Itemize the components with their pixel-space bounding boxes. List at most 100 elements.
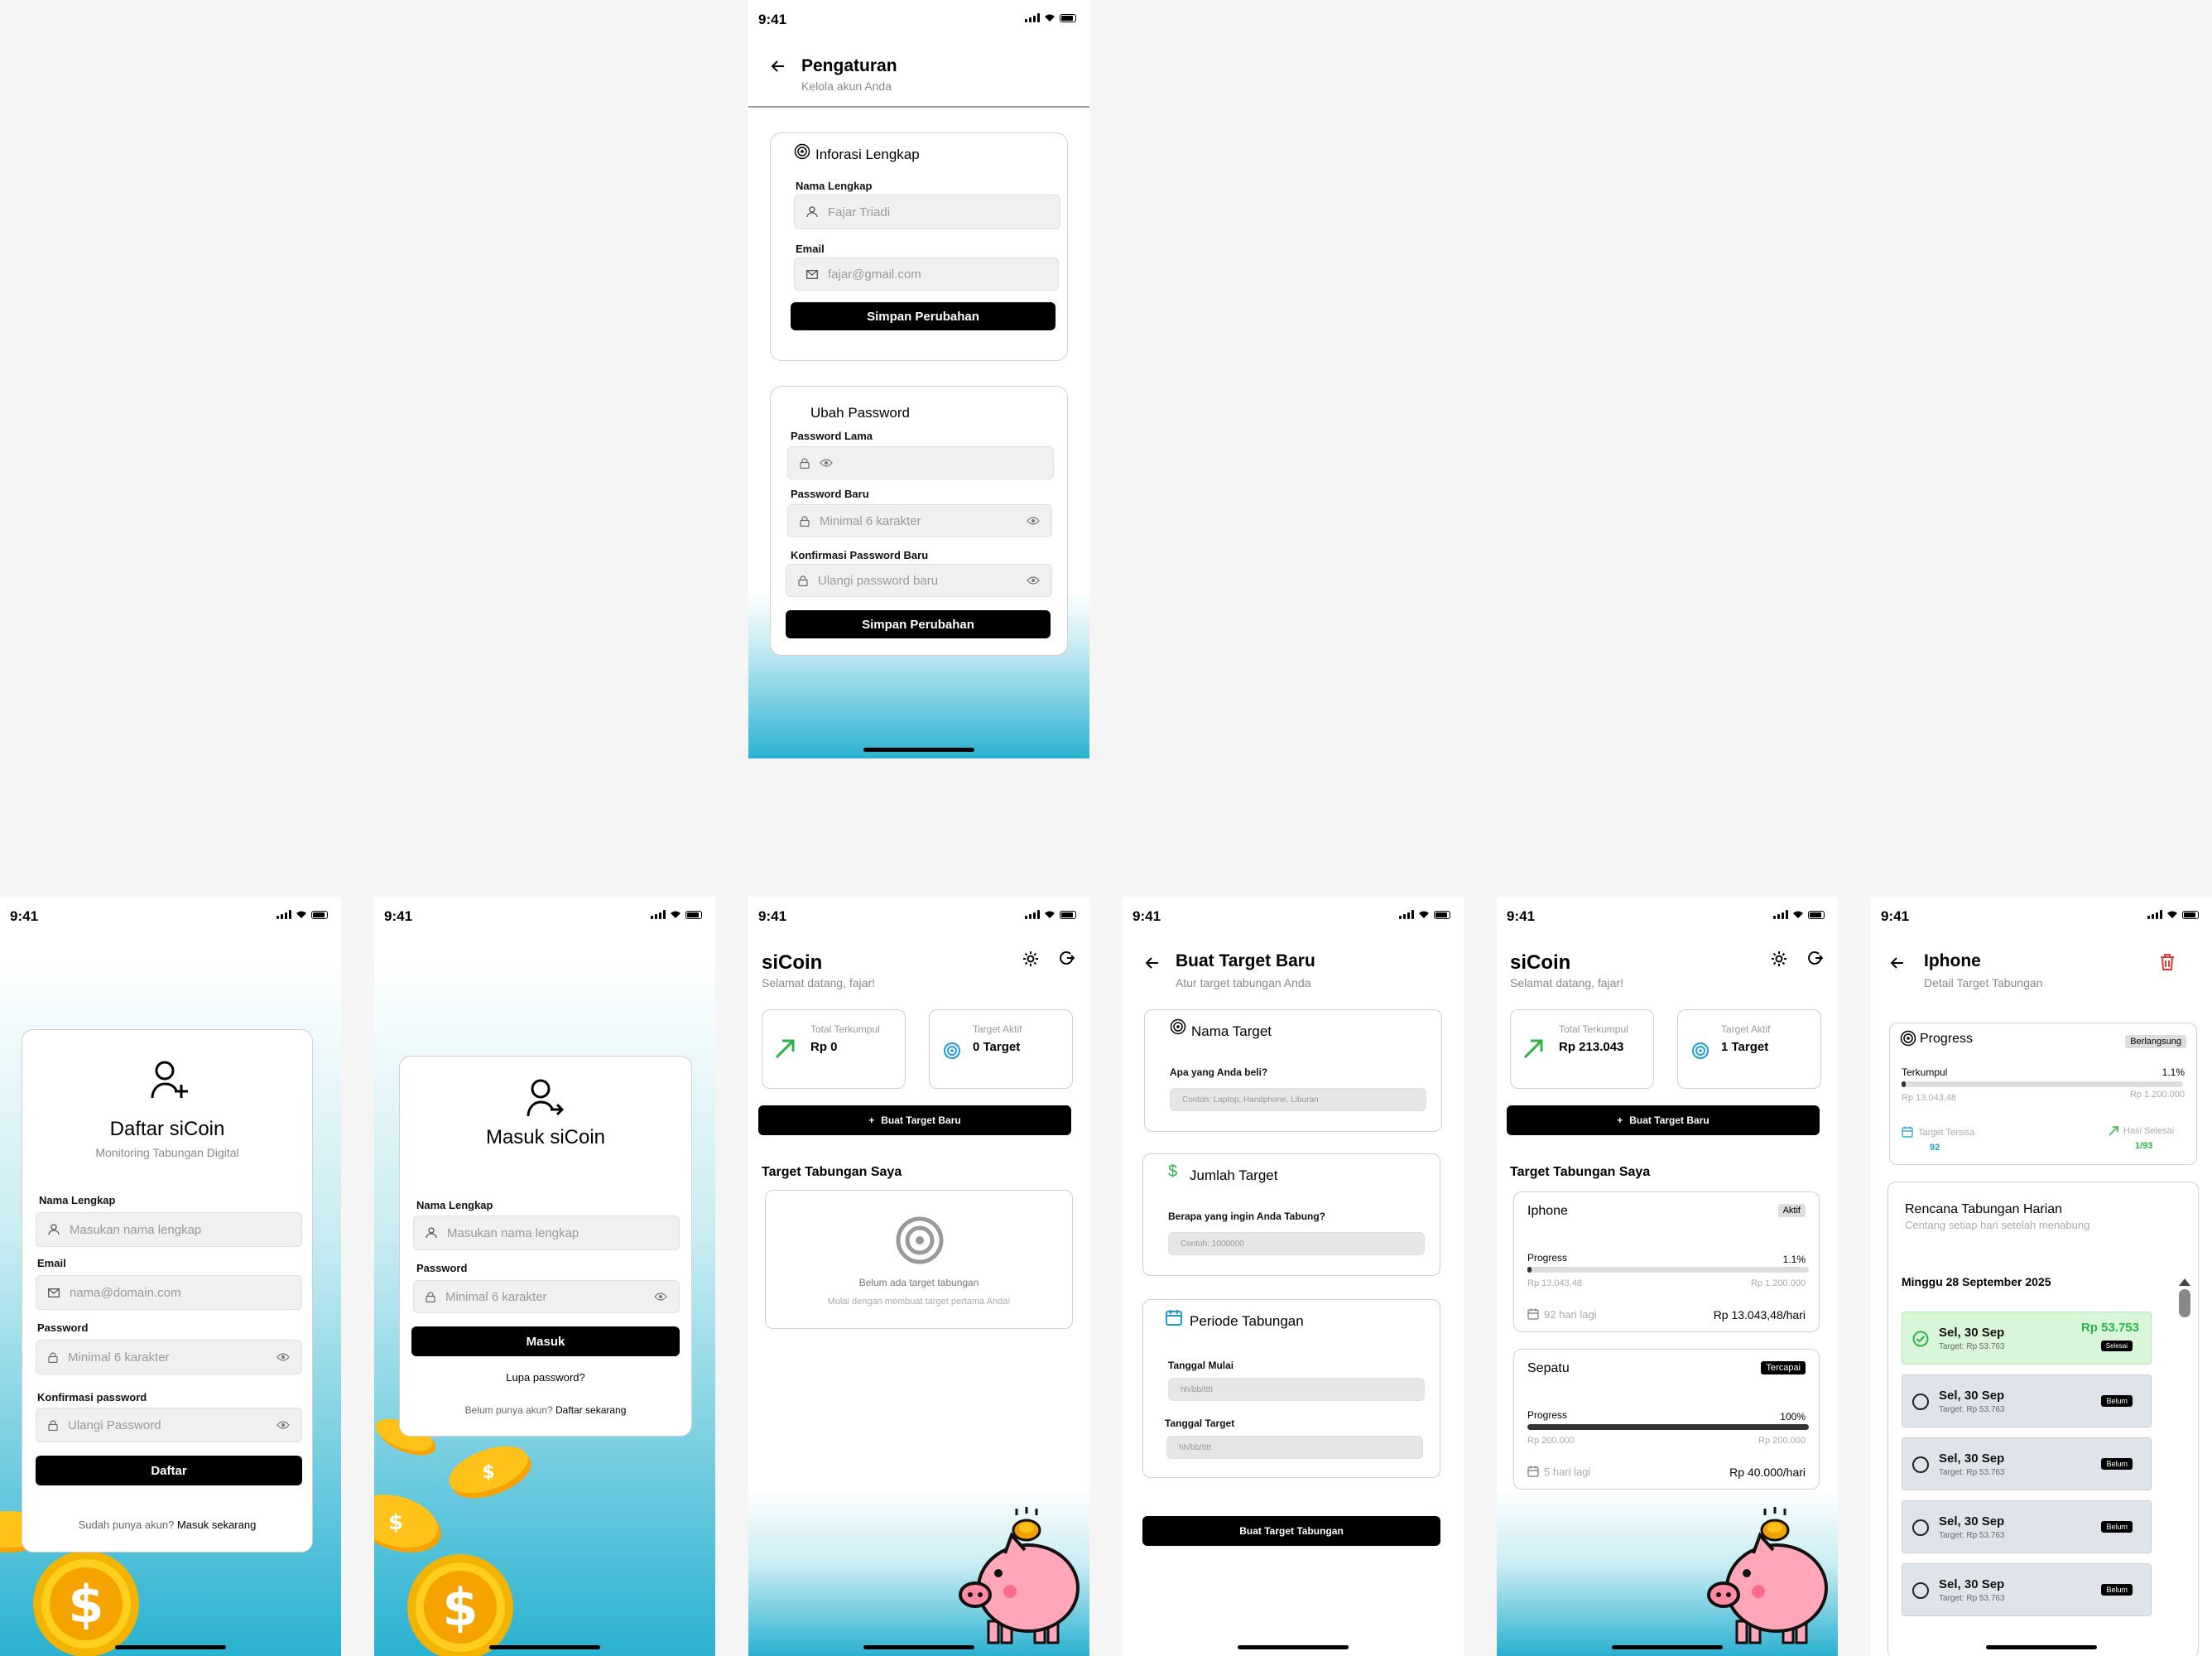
- trend-up-icon: [1523, 1039, 1543, 1059]
- done-value: 1/93: [2135, 1141, 2153, 1151]
- trash-icon[interactable]: [2159, 953, 2176, 971]
- total-label: Total Terkumpul: [810, 1023, 880, 1035]
- status-time: 9:41: [10, 908, 39, 924]
- create-target-button[interactable]: Buat Target Tabungan: [1142, 1516, 1440, 1546]
- page-title: Buat Target Baru: [1176, 951, 1315, 970]
- day-item[interactable]: Sel, 30 Sep Target: Rp 53.763 Belum: [1902, 1374, 2152, 1427]
- register-subtitle: Monitoring Tabungan Digital: [95, 1146, 239, 1159]
- password-card: Ubah Password Password Lama Password Bar…: [770, 386, 1068, 656]
- progress-percent: 1.1%: [2162, 1066, 2185, 1078]
- day-date: Sel, 30 Sep: [1939, 1514, 2005, 1528]
- name-field[interactable]: Masukan nama lengkap: [413, 1216, 680, 1250]
- eye-icon[interactable]: [1027, 576, 1040, 585]
- name-placeholder: Masukan nama lengkap: [447, 1225, 579, 1240]
- day-amount: Rp 53.753: [2080, 1321, 2139, 1335]
- eye-icon[interactable]: [276, 1421, 290, 1429]
- active-label: Target Aktif: [973, 1023, 1022, 1035]
- lock-icon: [798, 575, 808, 586]
- new-target-button[interactable]: + Buat Target Baru: [758, 1105, 1071, 1135]
- confirm-password-field[interactable]: Ulangi password baru: [786, 564, 1052, 597]
- day-date: Sel, 30 Sep: [1939, 1326, 2005, 1340]
- plan-title: Rencana Tabungan Harian: [1905, 1202, 2063, 1216]
- eye-icon[interactable]: [820, 459, 833, 467]
- login-prompt: Sudah punya akun? Masuk sekarang: [22, 1519, 312, 1531]
- password-field[interactable]: Minimal 6 karakter: [36, 1340, 302, 1374]
- register-button[interactable]: Daftar: [36, 1456, 302, 1485]
- progress-title: Progress: [1920, 1032, 1974, 1046]
- confirm-label: Konfirmasi password: [37, 1391, 147, 1403]
- new-target-screen: 9:41 Buat Target Baru Atur target tabung…: [1123, 897, 1464, 1656]
- eye-icon[interactable]: [276, 1353, 290, 1361]
- progress-bar: [1902, 1081, 2183, 1087]
- name-target-field[interactable]: Contoh: Laptop, Handphone, Liburan: [1170, 1088, 1426, 1111]
- eye-icon[interactable]: [1027, 517, 1040, 525]
- gear-icon[interactable]: [1022, 950, 1040, 968]
- svg-text:$: $: [482, 1462, 494, 1483]
- day-item-done[interactable]: Sel, 30 Sep Target: Rp 53.763 Rp 53.753 …: [1902, 1312, 2152, 1365]
- target-icon: [1170, 1018, 1186, 1035]
- name-field[interactable]: Masukan nama lengkap: [36, 1212, 302, 1247]
- scroll-up-arrow[interactable]: [2179, 1278, 2190, 1286]
- user-icon: [426, 1227, 437, 1239]
- save-password-button[interactable]: Simpan Perubahan: [786, 610, 1051, 638]
- register-link[interactable]: Daftar sekarang: [555, 1404, 626, 1416]
- email-field[interactable]: nama@domain.com: [36, 1275, 302, 1310]
- new-password-field[interactable]: Minimal 6 karakter: [787, 504, 1052, 537]
- checkbox-circle[interactable]: [1912, 1582, 1929, 1599]
- logout-icon[interactable]: [1806, 950, 1823, 966]
- scrollbar[interactable]: [2178, 1278, 2191, 1626]
- old-password-field[interactable]: [787, 446, 1054, 479]
- collected-value: Rp 13.043,48: [1527, 1278, 1583, 1288]
- target-card-sepatu[interactable]: Sepatu Tercapai Progress 100% Rp 200.000…: [1513, 1349, 1820, 1490]
- day-item[interactable]: Sel, 30 Sep Target: Rp 53.763 Belum: [1902, 1500, 2152, 1553]
- name-field[interactable]: Fajar Triadi: [794, 195, 1060, 229]
- gear-icon[interactable]: [1770, 950, 1788, 968]
- back-arrow-icon[interactable]: [1889, 955, 1906, 971]
- back-arrow-icon[interactable]: [1144, 955, 1161, 971]
- remaining-label: Target Tersisa: [1918, 1128, 1975, 1138]
- active-value: 0 Target: [973, 1040, 1021, 1054]
- svg-text:$: $: [388, 1510, 403, 1535]
- eye-icon[interactable]: [654, 1293, 667, 1301]
- target-card-iphone[interactable]: Iphone Aktif Progress 1.1% Rp 13.043,48 …: [1513, 1191, 1820, 1332]
- target-name: Iphone: [1527, 1204, 1568, 1218]
- page-subtitle: Detail Target Tabungan: [1924, 976, 2043, 989]
- check-circle-icon[interactable]: [1912, 1331, 1929, 1347]
- svg-text:$: $: [442, 1577, 478, 1638]
- collected-label: Terkumpul: [1902, 1066, 1948, 1078]
- day-item[interactable]: Sel, 30 Sep Target: Rp 53.763 Belum: [1902, 1437, 2152, 1490]
- page-subtitle: Kelola akun Anda: [801, 79, 892, 93]
- email-value: fajar@gmail.com: [828, 267, 921, 282]
- checkbox-circle[interactable]: [1912, 1456, 1929, 1473]
- info-title: Inforasi Lengkap: [815, 147, 920, 162]
- info-card: Inforasi Lengkap Nama Lengkap Fajar Tria…: [770, 132, 1068, 361]
- scroll-thumb[interactable]: [2179, 1289, 2190, 1317]
- logout-icon[interactable]: [1058, 950, 1075, 966]
- status-bar: 9:41: [374, 897, 715, 935]
- start-date-field[interactable]: hh/bb/tttt: [1168, 1378, 1425, 1401]
- end-date-field[interactable]: hh/bb/tttt: [1166, 1436, 1423, 1459]
- confirm-field[interactable]: Ulangi Password: [36, 1408, 302, 1442]
- password-field[interactable]: Minimal 6 karakter: [413, 1280, 680, 1313]
- svg-text:$: $: [68, 1574, 103, 1634]
- daily-amount: Rp 40.000/hari: [1729, 1466, 1806, 1479]
- active-label: Target Aktif: [1721, 1023, 1771, 1035]
- email-field[interactable]: fajar@gmail.com: [794, 258, 1059, 291]
- password-label: Password: [37, 1321, 89, 1334]
- daily-amount: Rp 13.043,48/hari: [1713, 1308, 1806, 1321]
- end-date-label: Tanggal Target: [1165, 1418, 1235, 1429]
- forgot-password-link[interactable]: Lupa password?: [400, 1371, 691, 1384]
- day-item[interactable]: Sel, 30 Sep Target: Rp 53.763 Belum: [1902, 1563, 2152, 1616]
- total-value: Rp 0: [810, 1040, 838, 1054]
- checkbox-circle[interactable]: [1912, 1394, 1929, 1410]
- amount-field[interactable]: Contoh: 1000000: [1168, 1232, 1425, 1255]
- name-target-title: Nama Target: [1191, 1023, 1272, 1039]
- period-title: Periode Tabungan: [1190, 1313, 1304, 1329]
- piggy-bank-image: [1707, 1507, 1828, 1644]
- login-button[interactable]: Masuk: [411, 1326, 680, 1356]
- back-arrow-icon[interactable]: [770, 58, 786, 75]
- save-button[interactable]: Simpan Perubahan: [791, 302, 1056, 330]
- login-link[interactable]: Masuk sekarang: [177, 1519, 256, 1531]
- checkbox-circle[interactable]: [1912, 1519, 1929, 1536]
- new-target-button[interactable]: + Buat Target Baru: [1507, 1105, 1820, 1135]
